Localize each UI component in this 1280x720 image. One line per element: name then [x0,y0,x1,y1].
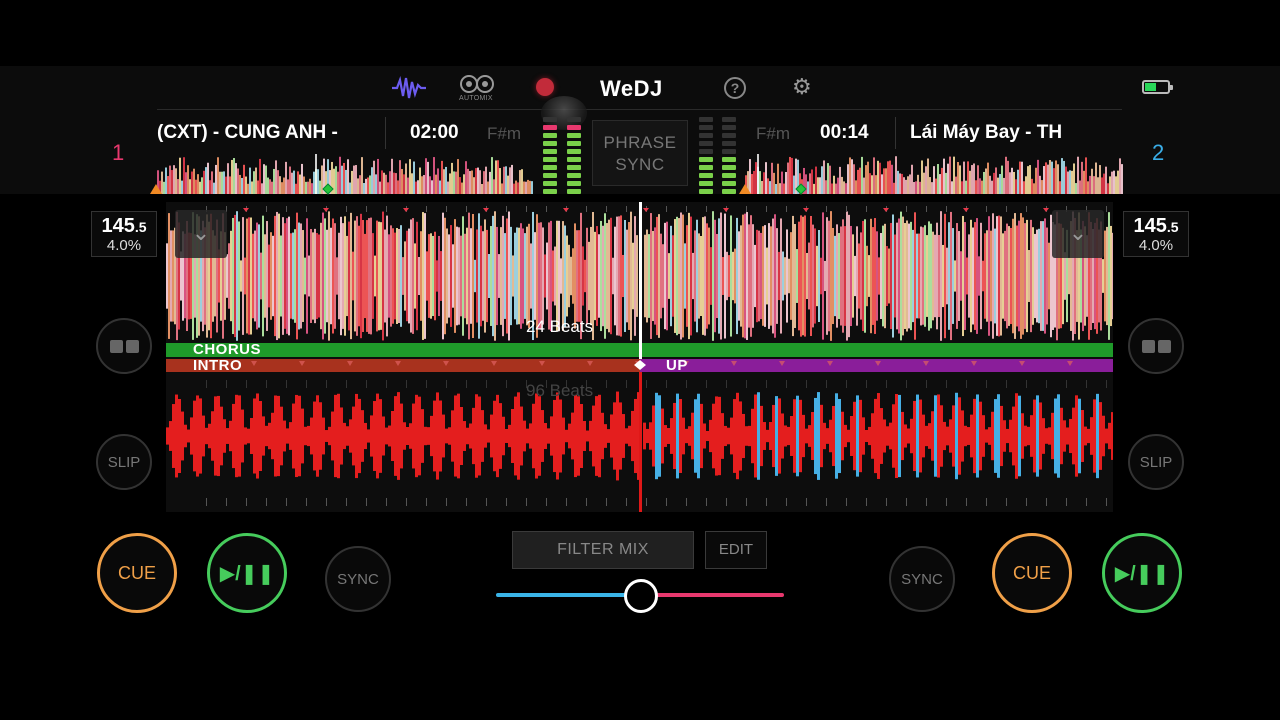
phrase-chorus-label: CHORUS [193,341,262,358]
deck-b-bpm-decimal: .5 [1166,219,1179,235]
phrase-sync-label: PHRASE [603,133,677,152]
deck-a-overview-waveform[interactable] [157,154,533,194]
deck-a-bpm-decimal: .5 [134,219,147,235]
waveform-view-icon[interactable] [392,76,426,100]
deck-a-time: 02:00 [410,122,459,143]
filter-mix-button[interactable]: FILTER MIX [512,531,694,569]
deck-a-play-pause-button[interactable]: ▶/❚❚ [207,533,287,613]
separator [385,117,386,149]
deck-a-pad-mode-button[interactable] [96,318,152,374]
pad-mode-icon [1141,339,1171,353]
battery-icon [1142,80,1173,94]
deck-b-level-meter [722,117,736,194]
help-icon[interactable]: ? [724,77,746,99]
deck-a-slip-button[interactable]: SLIP [96,434,152,490]
deck-b-sync-button[interactable]: SYNC [889,546,955,612]
crossfader-track-left [496,593,641,597]
settings-gear-icon[interactable]: ⚙ [792,76,812,98]
lower-beats-label: 96 Beats [526,381,594,400]
pad-mode-icon [109,339,139,353]
deck-a-bpm: 145 [101,215,135,237]
deck-b-play-pause-button[interactable]: ▶/❚❚ [1102,533,1182,613]
deck-a-level-meter [543,117,557,194]
deck-a-key: F#m [487,124,521,143]
deck-b-key: F#m [756,124,790,143]
deck-a-bpm-display[interactable]: 145.5 4.0% [91,211,157,257]
deck-b-number: 2 [1152,140,1165,165]
main-waveform[interactable]: 24 Beats 96 Beats CHORUS INTRO UP [166,202,1113,512]
deck-a-sync-button[interactable]: SYNC [325,546,391,612]
deck-a-level-meter [567,117,581,194]
deck-b-time: 00:14 [820,122,869,143]
deck-b-bpm: 145 [1133,215,1167,237]
crossfader-handle[interactable] [624,579,658,613]
automix-label: AUTOMIX [459,95,493,102]
deck-b-collapse-chevron-icon[interactable]: ⌄ [1052,210,1104,258]
edit-button[interactable]: EDIT [705,531,767,569]
deck-b-cue-marker [739,184,751,194]
phrase-sync-label: SYNC [615,155,665,174]
record-button[interactable] [536,78,554,96]
waveform-canvas[interactable] [166,202,1113,512]
phrase-up-label: UP [666,357,688,374]
app-logo: WeDJ [600,76,663,101]
deck-a-number: 1 [112,140,125,165]
phrase-sync-button[interactable]: PHRASE SYNC [592,120,688,186]
upper-beats-label: 24 Beats [526,317,594,336]
separator [895,117,896,149]
deck-a-track-title[interactable]: (CXT) - CUNG ANH - [157,122,367,144]
deck-b-pitch: 4.0% [1138,237,1174,254]
automix-icon[interactable] [460,74,494,94]
deck-a-cue-button[interactable]: CUE [97,533,177,613]
deck-b-level-meter [699,117,713,194]
crossfader-track-right [641,593,784,597]
deck-b-bpm-display[interactable]: 145.5 4.0% [1123,211,1189,257]
deck-a-pitch: 4.0% [106,237,142,254]
deck-a-cue-marker [150,184,162,194]
deck-b-track-title[interactable]: Lái Máy Bay - TH [910,122,1110,144]
deck-b-pad-mode-button[interactable] [1128,318,1184,374]
deck-b-slip-button[interactable]: SLIP [1128,434,1184,490]
deck-a-collapse-chevron-icon[interactable]: ⌄ [175,210,227,258]
phrase-intro-label: INTRO [193,357,243,374]
deck-b-cue-button[interactable]: CUE [992,533,1072,613]
